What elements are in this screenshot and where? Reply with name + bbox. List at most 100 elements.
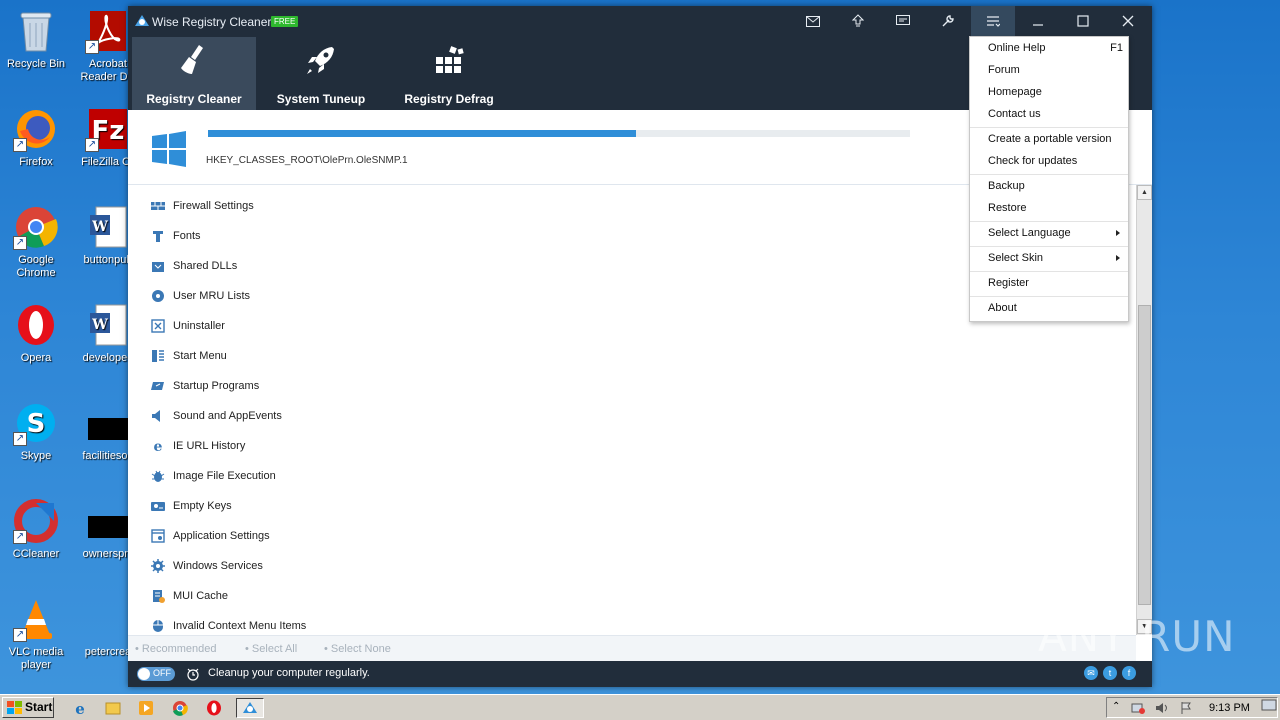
scan-progress-fill	[208, 130, 637, 137]
sound-icon	[150, 408, 166, 424]
upgrade-button[interactable]	[836, 6, 880, 36]
acrobat-icon: ↗	[85, 8, 131, 54]
toggle-knob	[138, 668, 150, 680]
desktop-icon-ccleaner[interactable]: ↗ CCleaner	[0, 498, 72, 561]
font-icon	[150, 228, 166, 244]
tools-button[interactable]	[926, 6, 970, 36]
desktop-icon-google-chrome[interactable]: ↗ Google Chrome	[0, 204, 72, 280]
category-item-empty-keys[interactable]: Empty Keys	[150, 491, 750, 521]
taskbar-chrome-icon[interactable]	[170, 698, 190, 718]
facebook-icon[interactable]: f	[1122, 666, 1136, 680]
ccleaner-icon: ↗	[13, 498, 59, 544]
taskbar: Start e ⌃ 9:13 PM	[0, 694, 1280, 720]
taskbar-media-player-icon[interactable]	[136, 698, 156, 718]
menu-item-select-language[interactable]: Select Language	[970, 222, 1128, 244]
category-item-application-settings[interactable]: Application Settings	[150, 521, 750, 551]
category-item-windows-services[interactable]: Windows Services	[150, 551, 750, 581]
svg-text:W: W	[91, 317, 108, 333]
tray-clock[interactable]: 9:13 PM	[1209, 702, 1250, 714]
desktop-icon-vlc[interactable]: ↗ VLC media player	[0, 596, 72, 672]
feedback-button[interactable]	[881, 6, 925, 36]
uninstaller-icon	[150, 318, 166, 334]
auto-clean-toggle[interactable]: OFF	[137, 667, 175, 681]
monitor-icon	[1261, 699, 1277, 711]
cache-icon	[150, 588, 166, 604]
email-share-icon[interactable]: ✉	[1084, 666, 1098, 680]
system-tray: ⌃ 9:13 PM	[1106, 697, 1278, 718]
tab-registry-cleaner[interactable]: Registry Cleaner	[132, 37, 256, 110]
mru-icon	[150, 288, 166, 304]
key-icon	[150, 498, 166, 514]
taskbar-opera-icon[interactable]	[204, 698, 224, 718]
start-button[interactable]: Start	[2, 697, 54, 718]
word-document-icon: W	[85, 302, 131, 348]
shortcut-arrow-icon: ↗	[13, 236, 27, 250]
menu-item-contact-us[interactable]: Contact us	[970, 103, 1128, 125]
shortcut-arrow-icon: ↗	[13, 138, 27, 152]
mail-button[interactable]	[791, 6, 835, 36]
tray-volume-icon[interactable]	[1155, 701, 1169, 718]
category-item-uninstaller[interactable]: Uninstaller	[150, 311, 750, 341]
taskbar-wise-registry-cleaner-icon[interactable]	[236, 698, 264, 718]
category-list-scrollbar[interactable]: ▲ ▼	[1136, 185, 1152, 635]
show-desktop-button[interactable]	[1261, 699, 1277, 715]
firefox-icon: ↗	[13, 106, 59, 152]
close-icon	[1122, 15, 1134, 27]
category-item-fonts[interactable]: Fonts	[150, 221, 750, 251]
category-item-sound-and-appevents[interactable]: Sound and AppEvents	[150, 401, 750, 431]
category-item-image-file-execution[interactable]: Image File Execution	[150, 461, 750, 491]
window-title: Wise Registry Cleaner X	[152, 15, 283, 29]
bug-icon	[150, 468, 166, 484]
close-button[interactable]	[1106, 6, 1150, 36]
menu-item-check-updates[interactable]: Check for updates	[970, 150, 1128, 172]
svg-text:e: e	[75, 700, 85, 716]
menu-item-forum[interactable]: Forum	[970, 59, 1128, 81]
startup-icon	[150, 378, 166, 394]
desktop-icon-skype[interactable]: S ↗ Skype	[0, 400, 72, 463]
category-item-user-mru-lists[interactable]: User MRU Lists	[150, 281, 750, 311]
category-item-startup-programs[interactable]: Startup Programs	[150, 371, 750, 401]
tab-system-tuneup[interactable]: System Tuneup	[259, 37, 383, 110]
tray-network-icon[interactable]	[1131, 701, 1145, 718]
select-all-link[interactable]: • Select All	[245, 643, 297, 655]
dll-icon	[150, 258, 166, 274]
taskbar-explorer-icon[interactable]	[103, 698, 123, 718]
select-none-link[interactable]: • Select None	[324, 643, 391, 655]
category-item-invalid-context-menu-items[interactable]: Invalid Context Menu Items	[150, 611, 750, 635]
alarm-clock-icon	[186, 667, 200, 684]
menu-item-homepage[interactable]: Homepage	[970, 81, 1128, 103]
tab-registry-defrag[interactable]: Registry Defrag	[387, 37, 511, 110]
status-message: Cleanup your computer regularly.	[208, 667, 370, 679]
desktop-icon-opera[interactable]: Opera	[0, 302, 72, 365]
menu-item-register[interactable]: Register	[970, 272, 1128, 294]
shortcut-label: F1	[1110, 42, 1123, 54]
main-menu-button[interactable]	[971, 6, 1015, 36]
desktop-icon-firefox[interactable]: ↗ Firefox	[0, 106, 72, 169]
menu-item-select-skin[interactable]: Select Skin	[970, 247, 1128, 269]
category-item-ie-url-history[interactable]: e IE URL History	[150, 431, 750, 461]
main-dropdown-menu: Online Help F1 Forum Homepage Contact us…	[969, 36, 1129, 322]
category-item-shared-dlls[interactable]: Shared DLLs	[150, 251, 750, 281]
maximize-icon	[1077, 15, 1089, 27]
menu-item-restore[interactable]: Restore	[970, 197, 1128, 219]
menu-item-backup[interactable]: Backup	[970, 175, 1128, 197]
scroll-up-arrow-icon[interactable]: ▲	[1137, 185, 1152, 200]
maximize-button[interactable]	[1061, 6, 1105, 36]
menu-item-portable-version[interactable]: Create a portable version	[970, 128, 1128, 150]
taskbar-ie-icon[interactable]: e	[70, 698, 90, 718]
tray-expand-icon[interactable]: ⌃	[1112, 701, 1120, 712]
twitter-icon[interactable]: t	[1103, 666, 1117, 680]
menu-item-online-help[interactable]: Online Help F1	[970, 37, 1128, 59]
shortcut-arrow-icon: ↗	[85, 138, 99, 152]
category-item-firewall-settings[interactable]: Firewall Settings	[150, 191, 750, 221]
tray-action-center-icon[interactable]	[1179, 701, 1193, 718]
menu-item-about[interactable]: About	[970, 297, 1128, 319]
scroll-thumb[interactable]	[1138, 305, 1151, 605]
category-item-mui-cache[interactable]: MUI Cache	[150, 581, 750, 611]
desktop-icon-recycle-bin[interactable]: Recycle Bin	[0, 8, 72, 71]
free-badge: FREE	[271, 16, 299, 27]
recommended-link[interactable]: • Recommended	[135, 643, 217, 655]
title-bar[interactable]: Wise Registry Cleaner X FREE	[128, 6, 1152, 36]
category-item-start-menu[interactable]: Start Menu	[150, 341, 750, 371]
minimize-button[interactable]	[1016, 6, 1060, 36]
